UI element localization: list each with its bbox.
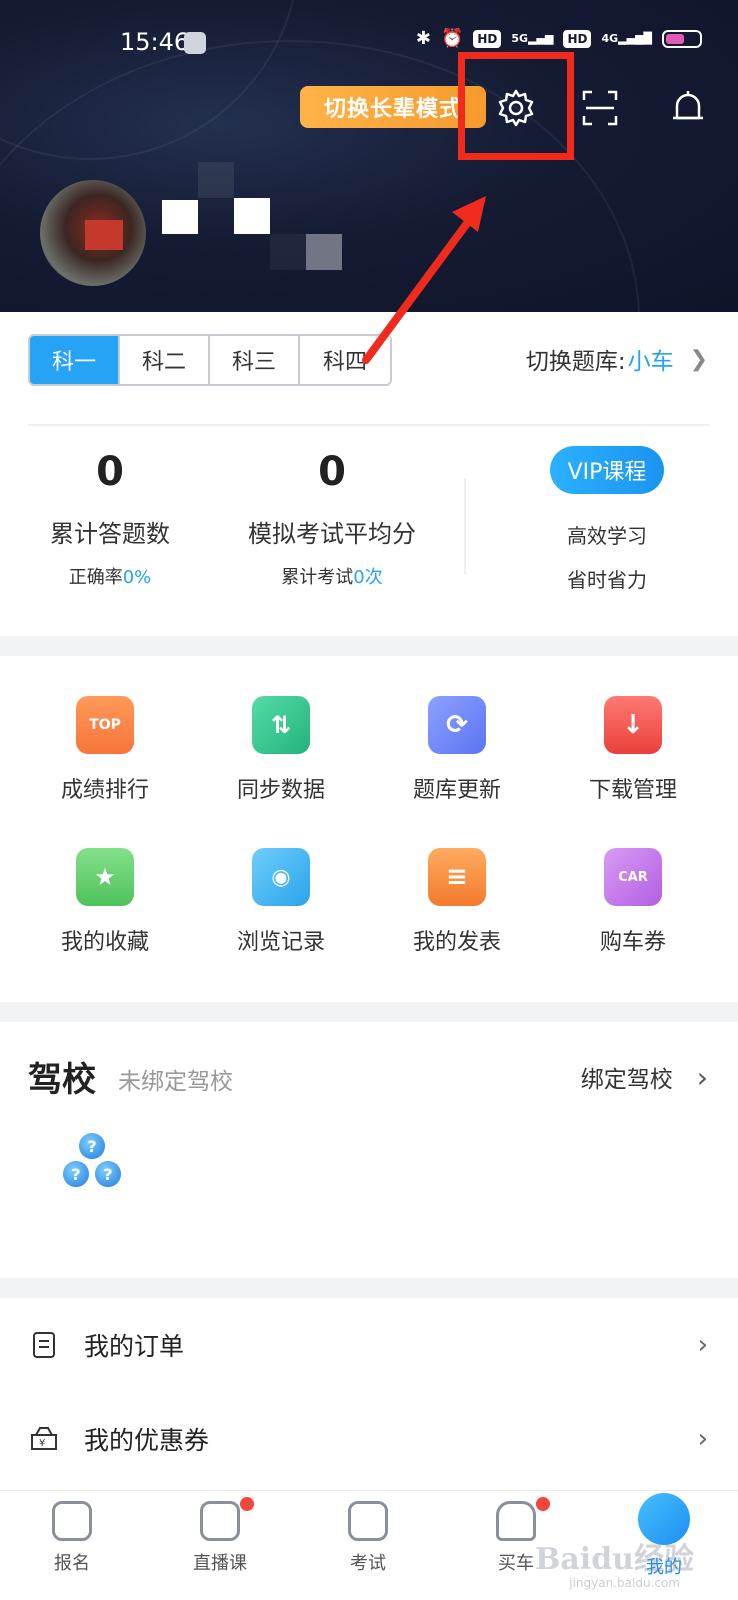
nav-label: 考试 (350, 1553, 386, 1574)
nav-exam[interactable]: 考试 (308, 1501, 428, 1575)
nav-label: 报名 (54, 1553, 90, 1574)
annotation-arrow (362, 196, 486, 364)
watermark-url: jingyan.baidu.com (569, 1576, 680, 1590)
nav-live[interactable]: 直播课 (160, 1497, 280, 1575)
nav-label: 直播课 (193, 1553, 247, 1574)
form-icon (52, 1501, 92, 1541)
check-folder-icon (348, 1501, 388, 1541)
tv-icon (200, 1501, 240, 1541)
car-icon (496, 1501, 536, 1541)
watermark-logo: Baidu经验 (535, 1542, 694, 1577)
nav-signup[interactable]: 报名 (12, 1501, 132, 1575)
badge-dot (536, 1497, 550, 1511)
badge-dot (240, 1497, 254, 1511)
